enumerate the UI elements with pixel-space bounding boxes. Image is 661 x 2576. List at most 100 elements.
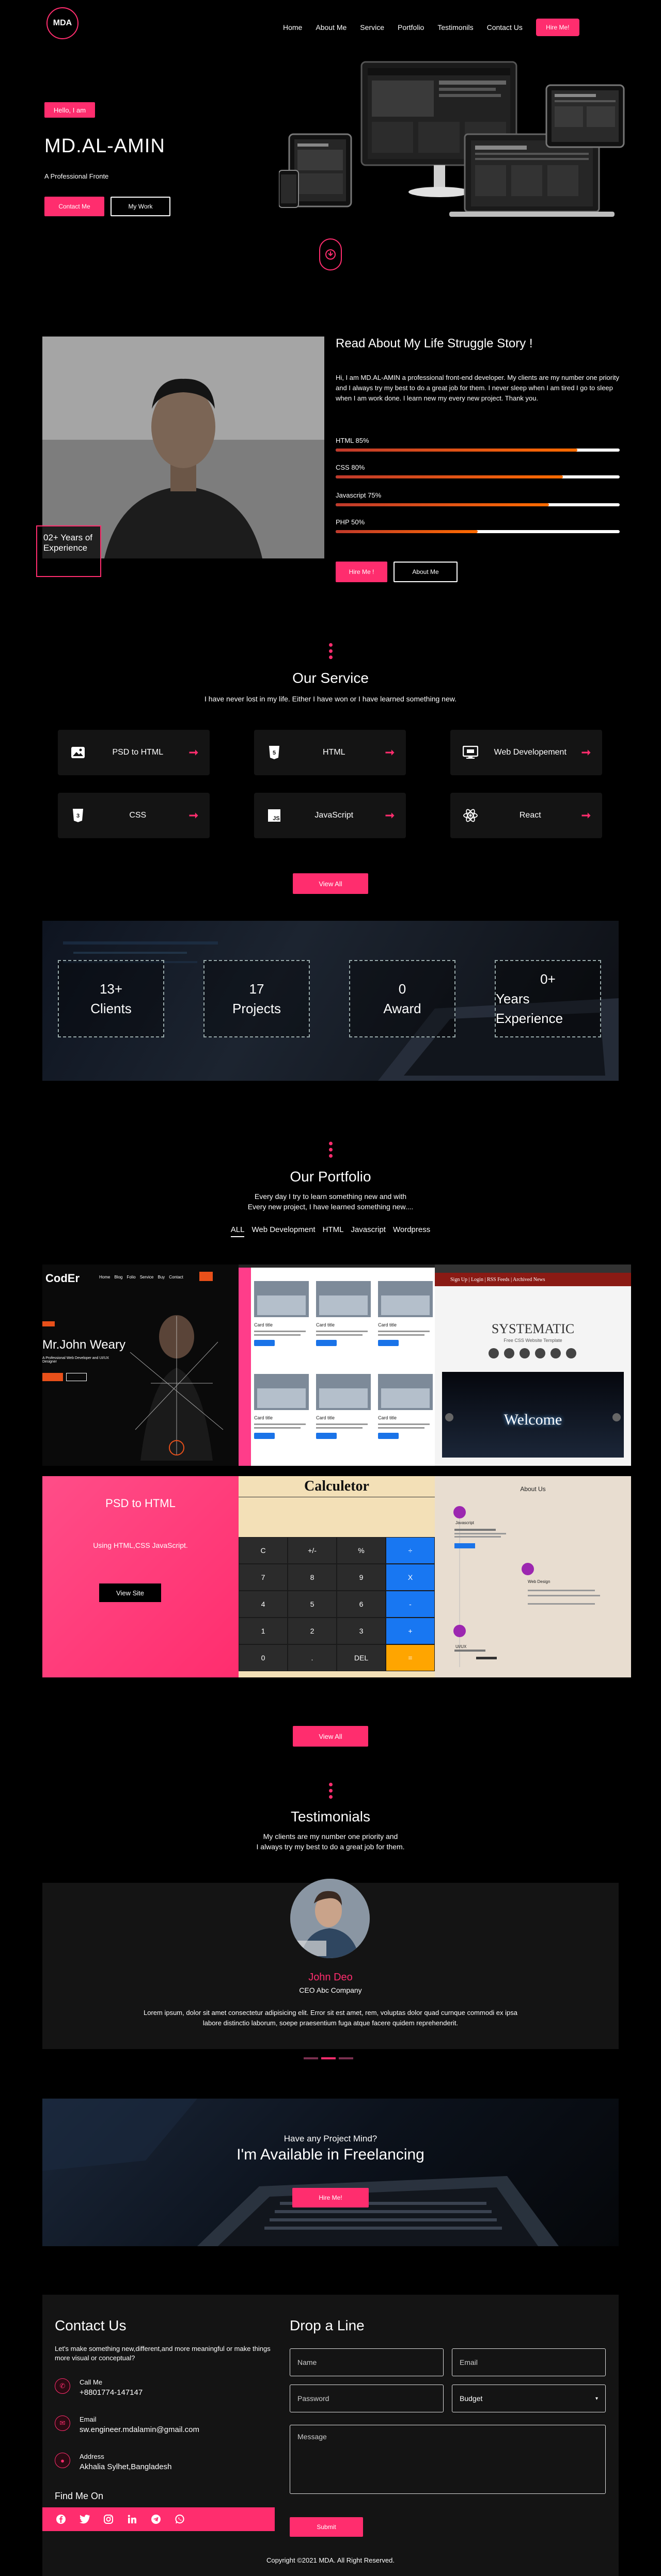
portfolio-item-about-us[interactable]: About Us Javascript Web Design UI/UX (435, 1476, 631, 1677)
skill-fill (336, 449, 577, 452)
freelance-hire-button[interactable]: Hire Me! (292, 2188, 369, 2207)
services-view-all-button[interactable]: View All (293, 873, 368, 894)
testimonial-dot-active[interactable] (321, 2057, 336, 2059)
calc-key: % (337, 1537, 386, 1564)
instagram-icon[interactable] (102, 2513, 115, 2525)
services-subtitle: I have never lost in my life. Either I h… (204, 695, 457, 703)
budget-select[interactable]: Budget ▾ (452, 2385, 606, 2412)
service-label: JavaScript (314, 811, 354, 820)
stat-label: Clients (90, 1001, 132, 1016)
card-title: Card title (254, 1322, 273, 1327)
coder-tag-icon (42, 1321, 55, 1326)
nav-item-home[interactable]: Home (283, 23, 302, 31)
contact-title: Contact Us (55, 2317, 127, 2333)
systematic-brand-sub: Free CSS Website Template (503, 1338, 562, 1343)
portfolio-item-cards[interactable]: Card title Card title Card title Card ti… (239, 1265, 435, 1466)
portfolio-title: Our Portfolio (290, 1169, 371, 1185)
password-input[interactable] (290, 2385, 444, 2412)
calc-key: X (386, 1564, 435, 1591)
chevron-down-icon: ▾ (595, 2395, 598, 2402)
arrow-right-icon: ➞ (188, 809, 198, 822)
calc-key: = (386, 1644, 435, 1671)
testimonial-dot[interactable] (304, 2057, 318, 2059)
message-textarea[interactable] (290, 2425, 606, 2494)
linkedin-icon[interactable] (126, 2513, 138, 2525)
facebook-icon[interactable] (55, 2513, 67, 2525)
calc-key: 7 (239, 1564, 288, 1591)
filter-web-development[interactable]: Web Development (251, 1225, 315, 1237)
address-value: Akhalia Sylhet,Bangladesh (80, 2462, 172, 2471)
portfolio-item-calculator[interactable]: Calculetor C +/-% ÷ 7 8 9 X 4 5 6- 1 2 3 +0. DEL = (239, 1476, 435, 1677)
service-psd-to-html[interactable]: PSD to HTML ➞ (58, 730, 210, 775)
stat-label: Award (383, 1001, 421, 1016)
freelance-background-image (42, 2099, 619, 2246)
telegram-icon[interactable] (150, 2513, 162, 2525)
nav-item-contact[interactable]: Contact Us (487, 23, 523, 31)
name-input[interactable] (290, 2348, 444, 2376)
submit-button[interactable]: Submit (290, 2517, 363, 2537)
skill-track (336, 503, 620, 506)
portfolio-item-psd-to-html[interactable]: PSD to HTML Using HTML,CSS JavaScript. V… (42, 1476, 239, 1677)
service-web-development[interactable]: Web Developement ➞ (450, 730, 602, 775)
location-pin-icon: ● (55, 2453, 70, 2468)
nav-hire-button[interactable]: Hire Me! (536, 19, 579, 36)
stat-value: 0 (398, 981, 406, 997)
nav-item-portfolio[interactable]: Portfolio (398, 23, 424, 31)
cards-topbar (239, 1265, 435, 1268)
service-react[interactable]: React ➞ (450, 793, 602, 838)
psd-view-site-button: View Site (99, 1583, 161, 1602)
image-icon (69, 744, 87, 761)
testimonial-dot[interactable] (339, 2057, 353, 2059)
psd-sub: Using HTML,CSS JavaScript. (93, 1541, 188, 1549)
skill-javascript: Javascript 75% (336, 491, 620, 506)
filter-html[interactable]: HTML (323, 1225, 344, 1237)
filter-javascript[interactable]: Javascript (351, 1225, 386, 1237)
about-text: Hi, I am MD.AL-AMIN a professional front… (336, 374, 620, 402)
section-dots-icon (328, 1783, 333, 1799)
social-links (42, 2507, 275, 2531)
portfolio-item-coder[interactable]: CodEr Home Blog Folio Service Buy Contac… (42, 1265, 239, 1466)
service-html[interactable]: 5 HTML ➞ (254, 730, 406, 775)
skill-label: HTML 85% (336, 437, 369, 444)
filter-all[interactable]: ALL (230, 1225, 245, 1237)
phone-icon: ✆ (55, 2378, 70, 2394)
testimonial-text: Lorem ipsum, dolor sit amet consectetur … (144, 2009, 517, 2027)
devices-mockup-image (279, 61, 625, 217)
section-dots-icon (328, 1142, 333, 1158)
whatsapp-icon[interactable] (174, 2513, 186, 2525)
about-hire-button[interactable]: Hire Me ! (336, 562, 387, 582)
testimonials-title: Testimonials (290, 1809, 371, 1825)
portfolio-view-all-button[interactable]: View All (293, 1726, 368, 1747)
skill-track (336, 530, 620, 533)
filter-wordpress[interactable]: Wordpress (393, 1225, 430, 1237)
stat-award: 0 Award (349, 960, 455, 1037)
calc-key: 3 (337, 1618, 386, 1644)
scroll-down-icon[interactable] (319, 238, 342, 270)
service-label: Web Developement (494, 748, 566, 757)
twitter-icon[interactable] (78, 2513, 91, 2525)
contact-me-button[interactable]: Contact Me (44, 197, 104, 216)
nav-item-service[interactable]: Service (360, 23, 384, 31)
call-label: Call Me (80, 2378, 103, 2386)
my-work-button[interactable]: My Work (111, 197, 170, 216)
email-input[interactable] (452, 2348, 606, 2376)
freelance-question: Have any Project Mind? (284, 2134, 377, 2143)
calc-key: C (239, 1537, 288, 1564)
coder-cta-icon (199, 1272, 213, 1281)
call-value[interactable]: +8801774-147147 (80, 2388, 143, 2397)
form-title: Drop a Line (290, 2317, 365, 2333)
calc-key: DEL (337, 1644, 386, 1671)
envelope-icon: ✉ (55, 2415, 70, 2431)
experience-badge: 02+ Years of Experience (36, 525, 101, 577)
about-me-button[interactable]: About Me (394, 562, 458, 582)
systematic-social-icons (489, 1348, 576, 1358)
service-javascript[interactable]: JS JavaScript ➞ (254, 793, 406, 838)
nav-item-testimonials[interactable]: Testimonils (437, 23, 473, 31)
systematic-banner: Welcome (442, 1372, 624, 1458)
portfolio-item-systematic[interactable]: Sign Up | Login | RSS Feeds | Archived N… (435, 1265, 631, 1466)
logo[interactable]: MDA (46, 7, 78, 39)
nav-item-about[interactable]: About Me (316, 23, 347, 31)
calc-key: 9 (337, 1564, 386, 1591)
service-css[interactable]: 3 CSS ➞ (58, 793, 210, 838)
email-value[interactable]: sw.engineer.mdalamin@gmail.com (80, 2425, 199, 2434)
